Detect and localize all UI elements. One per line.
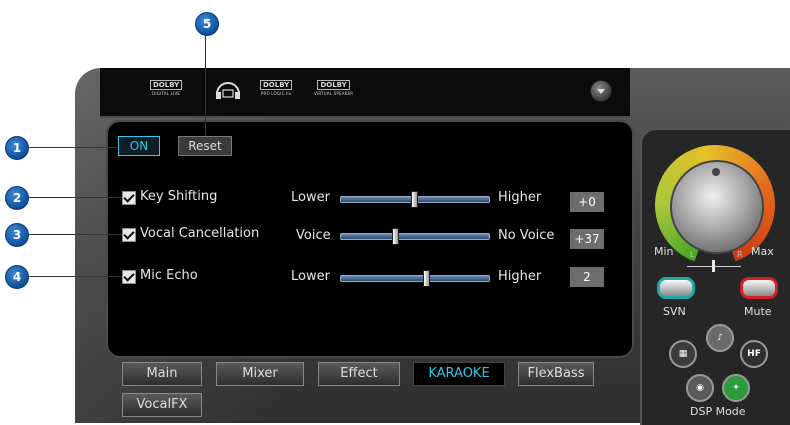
balance-left-label: L xyxy=(690,250,695,259)
tab-mixer[interactable]: Mixer xyxy=(216,362,304,386)
dolby-pro-logic-logo: DOLBY PRO LOGIC IIx xyxy=(260,80,293,102)
headphone-logo-icon xyxy=(214,80,242,102)
volume-knob[interactable] xyxy=(670,160,764,254)
mic-echo-min-label: Lower xyxy=(291,269,330,284)
mic-echo-slider[interactable] xyxy=(340,275,490,282)
logo-text: DOLBY xyxy=(260,80,293,90)
logo-subtext: PRO LOGIC IIx xyxy=(260,91,292,96)
logo-bar: DOLBY DIGITAL LIVE DOLBY PRO LOGIC IIx D… xyxy=(100,68,630,118)
gx-icon: ✦ xyxy=(732,383,740,393)
film-reel-icon: ▦ xyxy=(678,349,688,359)
music-note-icon: ♪ xyxy=(717,333,723,343)
callout-1: 1 xyxy=(5,136,29,160)
gamepad-icon: ◉ xyxy=(696,383,704,393)
key-shifting-checkbox[interactable] xyxy=(122,191,136,205)
eject-button[interactable] xyxy=(590,80,612,102)
svn-toggle[interactable] xyxy=(657,277,695,299)
dsp-game-button[interactable]: ◉ xyxy=(686,374,714,402)
dolby-virtual-speaker-logo: DOLBY VIRTUAL SPEAKER xyxy=(314,80,353,102)
mic-echo-checkbox[interactable] xyxy=(122,270,136,284)
key-shifting-label: Key Shifting xyxy=(140,189,218,204)
mic-echo-value: 2 xyxy=(570,267,604,287)
volume-max-label: Max xyxy=(751,245,774,258)
dsp-mode-label: DSP Mode xyxy=(690,405,746,418)
vocal-cancellation-max-label: No Voice xyxy=(498,228,555,243)
dsp-gx-button[interactable]: ✦ xyxy=(722,374,750,402)
reset-button[interactable]: Reset xyxy=(178,136,232,156)
logo-text: DOLBY xyxy=(150,80,183,90)
logo-subtext: VIRTUAL SPEAKER xyxy=(314,91,354,96)
callout-5: 5 xyxy=(195,12,219,36)
mute-toggle[interactable] xyxy=(740,277,778,299)
key-shifting-max-label: Higher xyxy=(498,190,542,205)
logo-subtext: DIGITAL LIVE xyxy=(152,91,181,96)
callout-1-line xyxy=(27,147,118,148)
callout-5-line xyxy=(205,34,206,136)
callout-4-line xyxy=(27,276,122,277)
mic-echo-label: Mic Echo xyxy=(140,268,198,283)
balance-right-label: R xyxy=(737,250,743,259)
vocal-cancellation-slider[interactable] xyxy=(340,233,490,240)
callout-4: 4 xyxy=(5,265,29,289)
key-shifting-min-label: Lower xyxy=(291,190,330,205)
mic-echo-slider-thumb[interactable] xyxy=(422,270,430,287)
tab-effect[interactable]: Effect xyxy=(318,362,400,386)
vocal-cancellation-checkbox[interactable] xyxy=(122,228,136,242)
key-shifting-slider-thumb[interactable] xyxy=(411,191,418,208)
mic-echo-max-label: Higher xyxy=(498,269,542,284)
vocal-cancellation-label: Vocal Cancellation xyxy=(140,226,260,241)
tab-vocalfx[interactable]: VocalFX xyxy=(122,393,202,417)
callout-2-line xyxy=(27,197,122,198)
tab-karaoke[interactable]: KARAOKE xyxy=(413,362,505,386)
dsp-movie-button[interactable]: ▦ xyxy=(669,340,697,368)
tab-flexbass[interactable]: FlexBass xyxy=(518,362,594,386)
tab-main[interactable]: Main xyxy=(122,362,202,386)
dolby-digital-live-logo: DOLBY DIGITAL LIVE xyxy=(150,80,183,102)
dsp-music-button[interactable]: ♪ xyxy=(706,324,734,352)
logo-text: DOLBY xyxy=(317,80,350,90)
knob-indicator-icon xyxy=(712,168,720,176)
dsp-hf-button[interactable]: HF xyxy=(740,340,768,368)
callout-3: 3 xyxy=(5,223,29,247)
callout-3-line xyxy=(27,234,122,235)
vocal-cancellation-slider-thumb[interactable] xyxy=(391,228,399,245)
vocal-cancellation-value: +37 xyxy=(570,229,604,249)
callout-2: 2 xyxy=(5,186,29,210)
vocal-cancellation-min-label: Voice xyxy=(296,228,331,243)
key-shifting-value: +0 xyxy=(570,192,604,212)
svn-label: SVN xyxy=(663,305,686,318)
hf-button-text: HF xyxy=(747,349,761,359)
mute-label: Mute xyxy=(744,305,772,318)
balance-slider-thumb[interactable] xyxy=(712,260,715,272)
volume-min-label: Min xyxy=(654,245,674,258)
on-button[interactable]: ON xyxy=(118,136,160,156)
